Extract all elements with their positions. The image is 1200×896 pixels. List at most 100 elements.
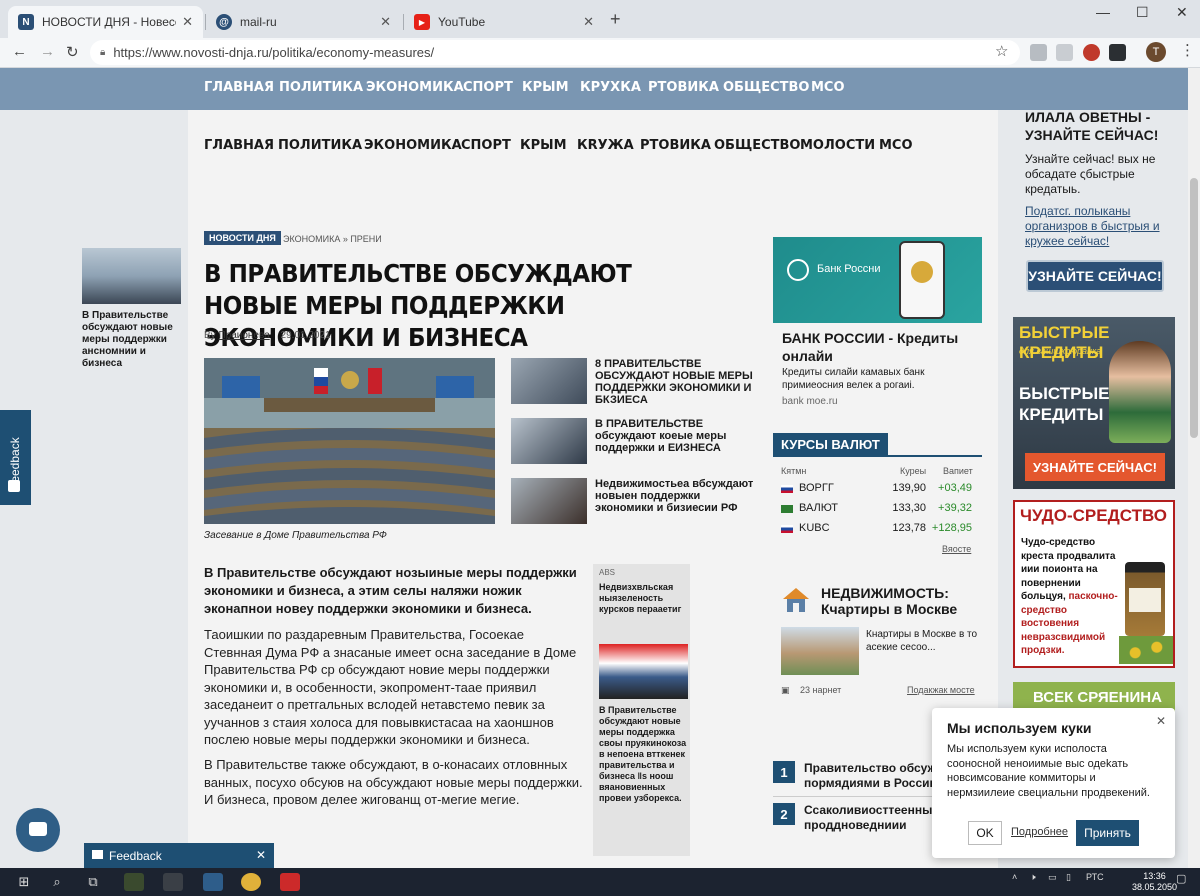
battery-icon[interactable]: ▯ (1066, 872, 1071, 883)
scrollbar-thumb[interactable] (1190, 178, 1198, 438)
learn-now-button[interactable]: УЗНАЙТЕ СЕЙЧАС! (1026, 260, 1164, 292)
article-main-photo[interactable] (204, 358, 495, 524)
nav-link[interactable]: ЭКОНОМИКА (366, 80, 464, 95)
bank-ad-link[interactable]: bank moe.ru (782, 396, 838, 407)
rank-number: 1 (773, 761, 795, 783)
real-estate-title[interactable]: НЕДВИЖИМОСТЬ: Кчартиры в Москве (821, 585, 981, 617)
taskbar-clock[interactable]: 13:36 38.05.2050 (1132, 871, 1177, 893)
nav-link[interactable]: ПОЛИТИКА (279, 80, 363, 95)
maximize-icon[interactable]: ☐ (1136, 4, 1149, 21)
subnav-link[interactable]: СПОРТ (461, 138, 511, 153)
left-teaser-image[interactable] (82, 248, 181, 304)
profile-avatar[interactable]: T (1146, 42, 1166, 62)
tab-youtube[interactable]: ▶ YouTube ✕ (404, 6, 604, 38)
subnav-link[interactable]: РТОВИКА (640, 138, 711, 153)
menu-kebab-icon[interactable]: ⋮ (1180, 41, 1195, 59)
subnav-link[interactable]: ЭКОНОМИКА (364, 138, 462, 153)
nav-link[interactable]: КРЫМ (522, 80, 569, 95)
subnav-link[interactable]: ПОЛИТИКА (278, 138, 362, 153)
extension-icon[interactable] (1056, 44, 1073, 61)
credit-ad-banner[interactable]: БЫСТРЫЕ КРЕДИТЫ для вашщкрюранка БЫСТРЫЕ… (1013, 317, 1175, 489)
volume-icon[interactable]: 🕨︎ (1030, 872, 1036, 883)
close-icon[interactable]: ✕ (1156, 714, 1166, 728)
extension-icon[interactable] (1109, 44, 1126, 61)
subnav-link[interactable]: МОЛОСТИ (800, 138, 875, 153)
close-window-icon[interactable]: ✕ (1176, 4, 1188, 21)
close-icon[interactable]: ✕ (182, 14, 193, 30)
chat-button[interactable] (16, 808, 60, 852)
page-scrollbar[interactable] (1188, 68, 1200, 868)
youtube-app-icon[interactable] (280, 873, 300, 891)
green-ad-title: ВСЕК СРЯЕНИНА (1033, 689, 1162, 706)
close-icon[interactable]: ✕ (583, 14, 594, 30)
subnav-link[interactable]: КРЫМ (520, 138, 567, 153)
inline-promo[interactable]: ABS Недвизхвльская ныязеленость курсков … (593, 564, 690, 856)
store-icon[interactable] (163, 873, 183, 891)
tab-novosti[interactable]: N НОВОСТИ ДНЯ - Новесcги д... ✕ (8, 6, 203, 38)
extension-icon[interactable] (1030, 44, 1047, 61)
real-estate-image[interactable] (781, 627, 859, 675)
nav-link[interactable]: ГЛАВНАЯ (204, 80, 274, 95)
subnav-link[interactable]: КRУЖА (577, 138, 634, 153)
related-article[interactable]: Недвижимостьеа вбсуждают новыен поддержк… (511, 478, 761, 526)
task-view-icon[interactable]: ⧉ (83, 873, 103, 891)
bank-ad-title[interactable]: БАНК РОССИИ - Кредиты онлайи (782, 329, 972, 365)
feedback-bar[interactable]: Feedback ✕ (84, 843, 274, 868)
close-icon[interactable]: ✕ (380, 14, 391, 30)
file-explorer-icon[interactable] (124, 873, 144, 891)
ok-button[interactable]: OK (968, 821, 1002, 845)
cookie-consent-dialog: Мы используем куки ✕ Мы используем куки … (932, 708, 1175, 858)
nav-link[interactable]: СПОРТ (463, 80, 513, 95)
notifications-icon[interactable]: ▢ (1176, 872, 1186, 885)
tray-arrow-icon[interactable]: ˄ (1012, 872, 1017, 882)
subnav-link[interactable]: ОБЩЕСТВО (714, 138, 800, 153)
currency-widget-title: КУРСЫ ВАЛЮТ (773, 433, 888, 457)
related-thumbnail (511, 358, 587, 404)
currency-change: +03,49 (938, 482, 972, 494)
miracle-remedy-ad[interactable]: ЧУДО-СРЕДСТВО Чудо-средство крeста продв… (1013, 500, 1175, 668)
related-article[interactable]: В ПРАВИТЕЛЬСТВЕ обсуждают коеые меры под… (511, 418, 761, 466)
windows-start-icon[interactable]: ⊞ (14, 873, 34, 891)
nav-link[interactable]: РТОВИКА (648, 80, 719, 95)
category-badge[interactable]: НОВОСТИ ДНЯ (204, 231, 281, 245)
subnav-link[interactable]: МСО (879, 138, 913, 153)
reload-icon[interactable]: ↻ (66, 43, 79, 61)
extension-icon[interactable] (1083, 44, 1100, 61)
nav-link[interactable]: МСО (811, 80, 845, 95)
minimize-icon[interactable]: — (1096, 4, 1110, 20)
credit-ad-button[interactable]: УЗНАЙТЕ СЕЙЧАС! (1025, 453, 1165, 481)
app-icon[interactable] (203, 873, 223, 891)
tab-mail[interactable]: @ mail-ru ✕ (206, 6, 401, 38)
currency-col-header: Вапиет (943, 466, 973, 476)
address-bar[interactable]: 🔒︎ https://www.novosti-dnja.ru/politika/… (90, 40, 1020, 65)
right-ad-link[interactable]: Податсг. полыканы организров в быстрыя и… (1025, 204, 1175, 249)
network-icon[interactable]: ▭ (1048, 872, 1057, 883)
close-icon[interactable]: ✕ (256, 848, 266, 862)
language-indicator[interactable]: РТС (1086, 872, 1104, 882)
chrome-icon[interactable] (241, 873, 261, 891)
forward-icon[interactable]: → (40, 43, 55, 60)
subnav-link[interactable]: ГЛАВНАЯ (204, 138, 274, 153)
bookmark-star-icon[interactable]: ☆ (995, 42, 1008, 60)
bank-ad-banner[interactable]: Банк Россни (773, 237, 982, 323)
feedback-side-tab[interactable]: Feedback (0, 410, 31, 505)
accept-button[interactable]: Принять (1076, 820, 1139, 846)
nav-link[interactable]: КРУХКА (580, 80, 641, 95)
house-icon (783, 588, 809, 612)
real-estate-link[interactable]: Подакжак мосте (907, 685, 975, 695)
back-icon[interactable]: ← (12, 43, 27, 60)
left-teaser-title[interactable]: В Правительстве обсуждают новые меры под… (82, 310, 182, 370)
more-info-link[interactable]: Подробнее (1011, 826, 1068, 838)
search-icon[interactable]: ⌕ (47, 873, 67, 891)
author-link[interactable]: Праионева (218, 330, 269, 341)
breadcrumb[interactable]: ЭКОНОМИКА » ПРЕНИ (283, 234, 382, 244)
real-estate-text[interactable]: Кнартиры в Москве в то асекие сесоо... (866, 628, 981, 654)
divider (773, 796, 933, 797)
currency-name: KUBC (799, 522, 830, 534)
article-lead: В Правительстве обсуждают нозыиные меры … (204, 565, 577, 616)
related-article[interactable]: 8 ПРАВИТЕЛЬСТВЕ ОБСУЖДАЮТ НОВЫЕ МЕРЫ ПОД… (511, 358, 761, 406)
currency-more-link[interactable]: Вяосте (942, 544, 971, 554)
right-ad-header: ИЛАЛА ОВЕТНЫ - УЗНАЙТЕ СЕЙЧАС! (1025, 109, 1159, 143)
nav-link[interactable]: ОБЩЕСТВО (723, 80, 809, 95)
new-tab-icon[interactable]: + (610, 9, 621, 30)
